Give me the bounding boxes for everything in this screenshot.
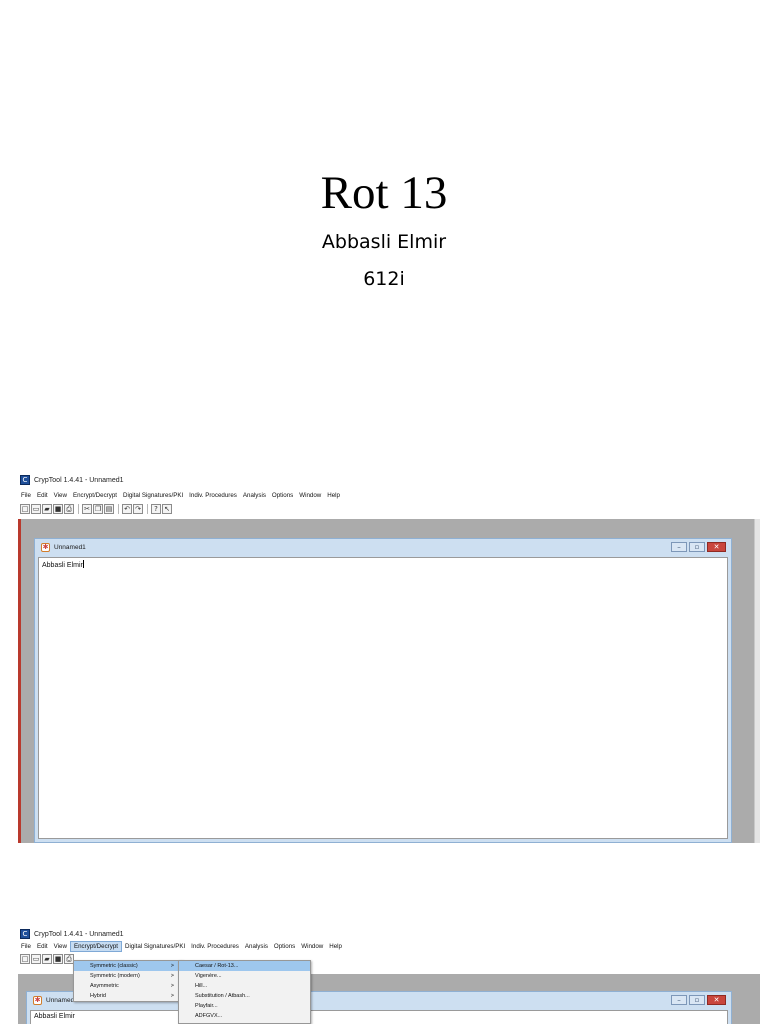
toolbar-separator [78,504,79,514]
toolbar-separator [147,504,148,514]
menuitem-substitution-atbash[interactable]: Substitution / Atbash... [179,991,310,1001]
menu-encrypt-decrypt[interactable]: Encrypt/Decrypt [70,490,120,501]
menu-encrypt-decrypt[interactable]: Encrypt/Decrypt [69,941,122,952]
menu-file[interactable]: File [18,490,34,501]
editor-text-value: Abbasli Elmir [42,562,83,569]
vertical-scrollbar[interactable] [754,519,760,843]
menuitem-hybrid[interactable]: Hybrid > [74,991,182,1001]
menuitem-asymmetric[interactable]: Asymmetric > [74,981,182,991]
slide-title: Rot 13 [320,167,448,219]
menuitem-caesar-rot13[interactable]: Caesar / Rot-13... [179,961,310,971]
toolbar: □ ▭ ▰ ■ ⎙ ✂ ❐ ▤ ↶ ↷ ? ↖ [18,502,760,516]
new-file-icon[interactable]: □ [20,504,30,514]
menuitem-label: Symmetric (modern) [90,973,140,979]
menuitem-label: Hybrid [90,993,106,999]
menu-view[interactable]: View [51,941,70,952]
menu-options[interactable]: Options [269,490,296,501]
menuitem-playfair[interactable]: Playfair... [179,1001,310,1011]
menu-indiv-procedures[interactable]: Indiv. Procedures [188,941,242,952]
cut-icon[interactable]: ✂ [82,504,92,514]
save-icon[interactable]: ■ [53,504,63,514]
cryptool-app-icon: C [20,929,30,939]
copy-icon[interactable]: ❐ [93,504,103,514]
menubar: File Edit View Encrypt/Decrypt Digital S… [18,941,760,952]
menu-digital-signatures[interactable]: Digital Signatures/PKI [122,941,188,952]
window-controls: – ▫ ✕ [669,542,726,552]
submenu-arrow-icon: > [170,963,174,969]
menu-file[interactable]: File [18,941,34,952]
submenu-arrow-icon: > [170,993,174,999]
encrypt-decrypt-dropdown: Symmetric (classic) > Symmetric (modern) >… [73,960,183,1002]
symmetric-classic-submenu: Caesar / Rot-13... Vigenère... Hill... S… [178,960,311,1024]
menuitem-adfgvx[interactable]: ADFGVX... [179,1011,310,1021]
menu-edit[interactable]: Edit [34,490,51,501]
toolbar-separator [118,504,119,514]
menu-edit[interactable]: Edit [34,941,51,952]
menu-view[interactable]: View [51,490,70,501]
document-window[interactable]: ✱ Unnamed1 – ▫ ✕ Abbasli Elmir [34,538,732,843]
menu-analysis[interactable]: Analysis [240,490,269,501]
menuitem-hill[interactable]: Hill... [179,981,310,991]
slide-group: 612i [363,268,405,290]
paste-icon[interactable]: ▤ [104,504,114,514]
app-titlebar: C CrypTool 1.4.41 - Unnamed1 [18,927,760,941]
redo-icon[interactable]: ↷ [133,504,143,514]
help-icon[interactable]: ? [151,504,161,514]
text-caret [82,560,84,568]
menu-help[interactable]: Help [326,941,345,952]
menuitem-label: Symmetric (classic) [90,963,138,969]
submenu-arrow-icon: > [170,973,174,979]
editor-content[interactable]: Abbasli Elmir [31,1011,727,1022]
menu-digital-signatures[interactable]: Digital Signatures/PKI [120,490,186,501]
menu-window[interactable]: Window [298,941,326,952]
cryptool-app-icon: C [20,475,30,485]
save-icon[interactable]: ■ [53,954,63,964]
app-title: CrypTool 1.4.41 - Unnamed1 [34,476,124,484]
open-icon[interactable]: ▰ [42,504,52,514]
text-editor[interactable]: Abbasli Elmir [30,1010,728,1024]
mdi-workspace: ✱ Unnamed1 – ▫ ✕ Abbasli Elmir [18,519,760,843]
menubar: File Edit View Encrypt/Decrypt Digital S… [18,490,760,501]
editor-content[interactable]: Abbasli Elmir [39,558,727,571]
menu-options[interactable]: Options [271,941,298,952]
open-icon[interactable]: ▰ [42,954,52,964]
mdi-border-accent [18,519,21,843]
text-editor[interactable]: Abbasli Elmir [38,557,728,839]
new-file-icon[interactable]: □ [20,954,30,964]
undo-icon[interactable]: ↶ [122,504,132,514]
menuitem-symmetric-modern[interactable]: Symmetric (modern) > [74,971,182,981]
screenshot-cryptool-menu: C CrypTool 1.4.41 - Unnamed1 File Edit V… [18,927,760,1024]
screenshot-cryptool-editor: C CrypTool 1.4.41 - Unnamed1 File Edit V… [18,470,760,843]
menu-window[interactable]: Window [296,490,324,501]
document-title: Unnamed1 [54,543,86,551]
menuitem-label: Asymmetric [90,983,119,989]
menuitem-symmetric-classic[interactable]: Symmetric (classic) > [74,961,182,971]
slide-author: Abbasli Elmir [321,231,447,253]
document-icon: ✱ [41,542,50,552]
app-titlebar: C CrypTool 1.4.41 - Unnamed1 [18,470,760,490]
menu-analysis[interactable]: Analysis [242,941,271,952]
app-title: CrypTool 1.4.41 - Unnamed1 [34,930,124,938]
open-folder-icon[interactable]: ▭ [31,954,41,964]
menu-indiv-procedures[interactable]: Indiv. Procedures [186,490,240,501]
minimize-icon[interactable]: – [671,995,687,1005]
context-help-icon[interactable]: ↖ [162,504,172,514]
document-titlebar[interactable]: ✱ Unnamed1 – ▫ ✕ [35,539,731,555]
menuitem-vigenere[interactable]: Vigenère... [179,971,310,981]
document-icon: ✱ [33,995,42,1005]
print-icon[interactable]: ⎙ [64,504,74,514]
open-folder-icon[interactable]: ▭ [31,504,41,514]
window-controls: – ▫ ✕ [669,995,726,1005]
close-icon[interactable]: ✕ [707,542,726,552]
minimize-icon[interactable]: – [671,542,687,552]
restore-icon[interactable]: ▫ [689,995,705,1005]
menu-help[interactable]: Help [324,490,343,501]
submenu-arrow-icon: > [170,983,174,989]
restore-icon[interactable]: ▫ [689,542,705,552]
close-icon[interactable]: ✕ [707,995,726,1005]
